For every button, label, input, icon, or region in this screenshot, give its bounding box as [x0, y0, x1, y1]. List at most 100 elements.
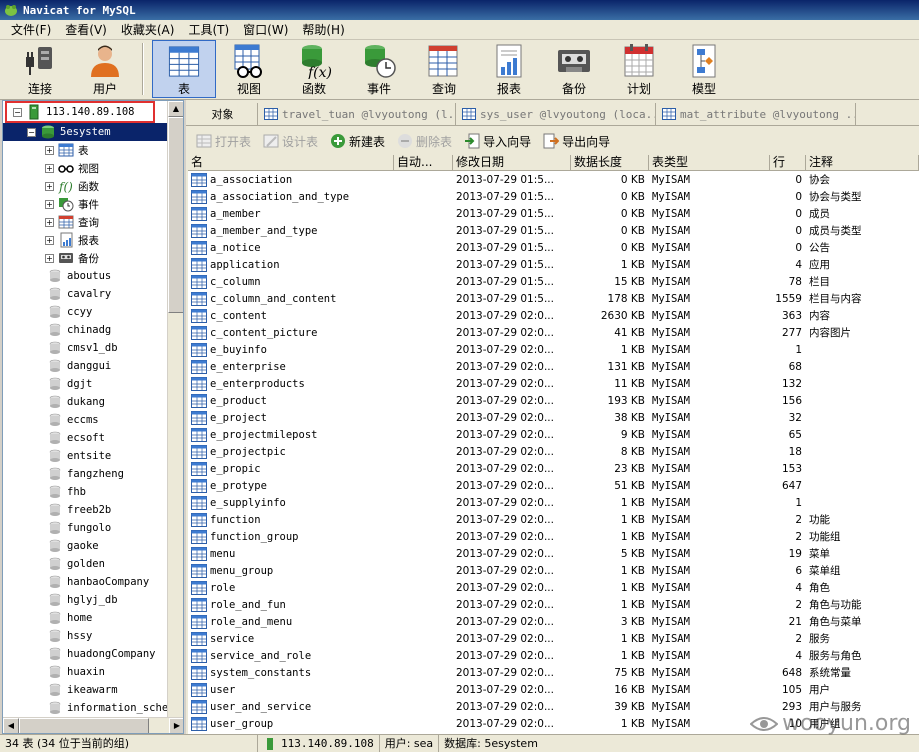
expand-icon[interactable]: +: [45, 181, 54, 191]
tree-database-item[interactable]: hanbaoCompany: [3, 573, 169, 591]
tree-database-item[interactable]: cmsv1_db: [3, 339, 169, 357]
scroll-left-icon[interactable]: ◀: [3, 718, 19, 733]
table-row[interactable]: a_notice 2013-07-29 01:5... 0 KB MyISAM 0 公告: [188, 239, 919, 256]
table-row[interactable]: service_and_role 2013-07-29 02:0... 1 KB My…: [188, 647, 919, 664]
tree-database-item[interactable]: aboutus: [3, 267, 169, 285]
table-row[interactable]: application 2013-07-29 01:5... 1 KB MyISAM 4…: [188, 256, 919, 273]
tree-database-item[interactable]: huadongCompany: [3, 645, 169, 663]
column-header-name[interactable]: 名: [188, 155, 394, 170]
user-button[interactable]: 用户: [73, 40, 137, 98]
column-header-table-type[interactable]: 表类型: [649, 155, 770, 170]
table-button[interactable]: 表: [152, 40, 216, 98]
tree-database-item[interactable]: hglyj_db: [3, 591, 169, 609]
expand-icon[interactable]: +: [45, 235, 54, 245]
scroll-right-icon[interactable]: ▶: [169, 718, 183, 733]
table-row[interactable]: e_enterprise 2013-07-29 02:0... 131 KB MyIS…: [188, 358, 919, 375]
column-header-data-length[interactable]: 数据长度: [571, 155, 649, 170]
design-table-button[interactable]: 设计表: [257, 133, 324, 150]
expand-icon[interactable]: +: [45, 199, 54, 209]
table-row[interactable]: a_member_and_type 2013-07-29 01:5... 0 KB M…: [188, 222, 919, 239]
schedule-button[interactable]: 计划: [607, 40, 671, 98]
tree-vertical-scrollbar[interactable]: ▲: [167, 101, 183, 717]
tab-objects[interactable]: 对象: [188, 103, 258, 125]
menu-help[interactable]: 帮助(H): [295, 21, 351, 38]
table-row[interactable]: e_product 2013-07-29 02:0... 193 KB MyISAM 1…: [188, 392, 919, 409]
table-row[interactable]: e_protype 2013-07-29 02:0... 51 KB MyISAM 64…: [188, 477, 919, 494]
tree-database-item[interactable]: dgjt: [3, 375, 169, 393]
tree-database-item[interactable]: ecsoft: [3, 429, 169, 447]
table-row[interactable]: c_column_and_content 2013-07-29 01:5... 17…: [188, 290, 919, 307]
tree-database-item[interactable]: eccms: [3, 411, 169, 429]
tree-database-item[interactable]: fangzheng: [3, 465, 169, 483]
report-button[interactable]: 报表: [477, 40, 541, 98]
table-row[interactable]: a_association_and_type 2013-07-29 01:5...…: [188, 188, 919, 205]
column-header-modified-date[interactable]: 修改日期: [453, 155, 571, 170]
table-row[interactable]: user 2013-07-29 02:0... 16 KB MyISAM 105 用户: [188, 681, 919, 698]
table-row[interactable]: a_member 2013-07-29 01:5... 0 KB MyISAM 0 成员: [188, 205, 919, 222]
menu-favorites[interactable]: 收藏夹(A): [114, 21, 182, 38]
column-header-auto-increment[interactable]: 自动...: [394, 155, 453, 170]
tree-node-events[interactable]: + 事件: [3, 195, 169, 213]
table-row[interactable]: e_supplyinfo 2013-07-29 02:0... 1 KB MyISAM…: [188, 494, 919, 511]
tree-database-item[interactable]: information_schema: [3, 699, 169, 717]
tree-node-views[interactable]: + 视图: [3, 159, 169, 177]
menu-window[interactable]: 窗口(W): [236, 21, 295, 38]
expand-icon[interactable]: +: [45, 253, 54, 263]
expand-icon[interactable]: +: [45, 217, 54, 227]
menu-tools[interactable]: 工具(T): [181, 21, 236, 38]
expand-icon[interactable]: +: [45, 163, 54, 173]
connect-button[interactable]: 连接: [8, 40, 72, 98]
collapse-icon[interactable]: −: [27, 127, 36, 137]
tree-node-reports[interactable]: + 报表: [3, 231, 169, 249]
table-row[interactable]: menu 2013-07-29 02:0... 5 KB MyISAM 19 菜单: [188, 545, 919, 562]
table-row[interactable]: role 2013-07-29 02:0... 1 KB MyISAM 4 角色: [188, 579, 919, 596]
table-row[interactable]: function_group 2013-07-29 02:0... 1 KB MyIS…: [188, 528, 919, 545]
table-row[interactable]: c_content 2013-07-29 02:0... 2630 KB MyISAM…: [188, 307, 919, 324]
table-row[interactable]: e_projectpic 2013-07-29 02:0... 8 KB MyISAM…: [188, 443, 919, 460]
table-row[interactable]: role_and_fun 2013-07-29 02:0... 1 KB MyISAM…: [188, 596, 919, 613]
tab-sys-user[interactable]: sys_user @lvyoutong (loca...: [456, 103, 656, 125]
open-table-button[interactable]: 打开表: [190, 133, 257, 150]
query-button[interactable]: 查询: [412, 40, 476, 98]
table-row[interactable]: function 2013-07-29 02:0... 1 KB MyISAM 2 功能: [188, 511, 919, 528]
tree-database-item[interactable]: ccyy: [3, 303, 169, 321]
tree-database-item[interactable]: gaoke: [3, 537, 169, 555]
tree-database-item[interactable]: cavalry: [3, 285, 169, 303]
tree-database-item[interactable]: home: [3, 609, 169, 627]
delete-table-button[interactable]: 删除表: [391, 133, 458, 150]
view-button[interactable]: 视图: [217, 40, 281, 98]
table-row[interactable]: e_propic 2013-07-29 02:0... 23 KB MyISAM 153: [188, 460, 919, 477]
table-row[interactable]: e_buyinfo 2013-07-29 02:0... 1 KB MyISAM 1: [188, 341, 919, 358]
tree-database-item[interactable]: fungolo: [3, 519, 169, 537]
tree-database-item[interactable]: hssy: [3, 627, 169, 645]
tree-database-item[interactable]: entsite: [3, 447, 169, 465]
tree-horizontal-scrollbar[interactable]: ◀ ▶: [3, 717, 183, 733]
tree-node-tables[interactable]: + 表: [3, 141, 169, 159]
tree-node-functions[interactable]: + f() 函数: [3, 177, 169, 195]
tree-database-item[interactable]: huaxin: [3, 663, 169, 681]
menu-file[interactable]: 文件(F): [4, 21, 58, 38]
scroll-up-icon[interactable]: ▲: [168, 101, 183, 117]
tree-database-item[interactable]: ikeawarm: [3, 681, 169, 699]
column-header-comment[interactable]: 注释: [806, 155, 919, 170]
table-row[interactable]: e_projectmilepost 2013-07-29 02:0... 9 KB M…: [188, 426, 919, 443]
tree-database-selected[interactable]: − 5esystem: [3, 123, 169, 141]
tree-database-item[interactable]: danggui: [3, 357, 169, 375]
tab-mat-attribute[interactable]: mat_attribute @lvyoutong ...: [656, 103, 856, 125]
tab-travel-tuan[interactable]: travel_tuan @lvyoutong (l...: [258, 103, 456, 125]
function-button[interactable]: f(x) 函数: [282, 40, 346, 98]
table-row[interactable]: role_and_menu 2013-07-29 02:0... 3 KB MyISA…: [188, 613, 919, 630]
model-button[interactable]: 模型: [672, 40, 736, 98]
table-row[interactable]: c_content_picture 2013-07-29 02:0... 41 KB…: [188, 324, 919, 341]
expand-icon[interactable]: +: [45, 145, 54, 155]
collapse-icon[interactable]: −: [13, 107, 22, 117]
scroll-thumb[interactable]: [19, 718, 149, 733]
tree-database-item[interactable]: fhb: [3, 483, 169, 501]
table-row[interactable]: system_constants 2013-07-29 02:0... 75 KB M…: [188, 664, 919, 681]
table-row[interactable]: c_column 2013-07-29 01:5... 15 KB MyISAM 78 栏…: [188, 273, 919, 290]
new-table-button[interactable]: 新建表: [324, 133, 391, 150]
column-header-rows[interactable]: 行: [770, 155, 806, 170]
table-row[interactable]: e_project 2013-07-29 02:0... 38 KB MyISAM 32: [188, 409, 919, 426]
export-wizard-button[interactable]: 导出向导: [537, 133, 616, 150]
table-row[interactable]: service 2013-07-29 02:0... 1 KB MyISAM 2 服务: [188, 630, 919, 647]
